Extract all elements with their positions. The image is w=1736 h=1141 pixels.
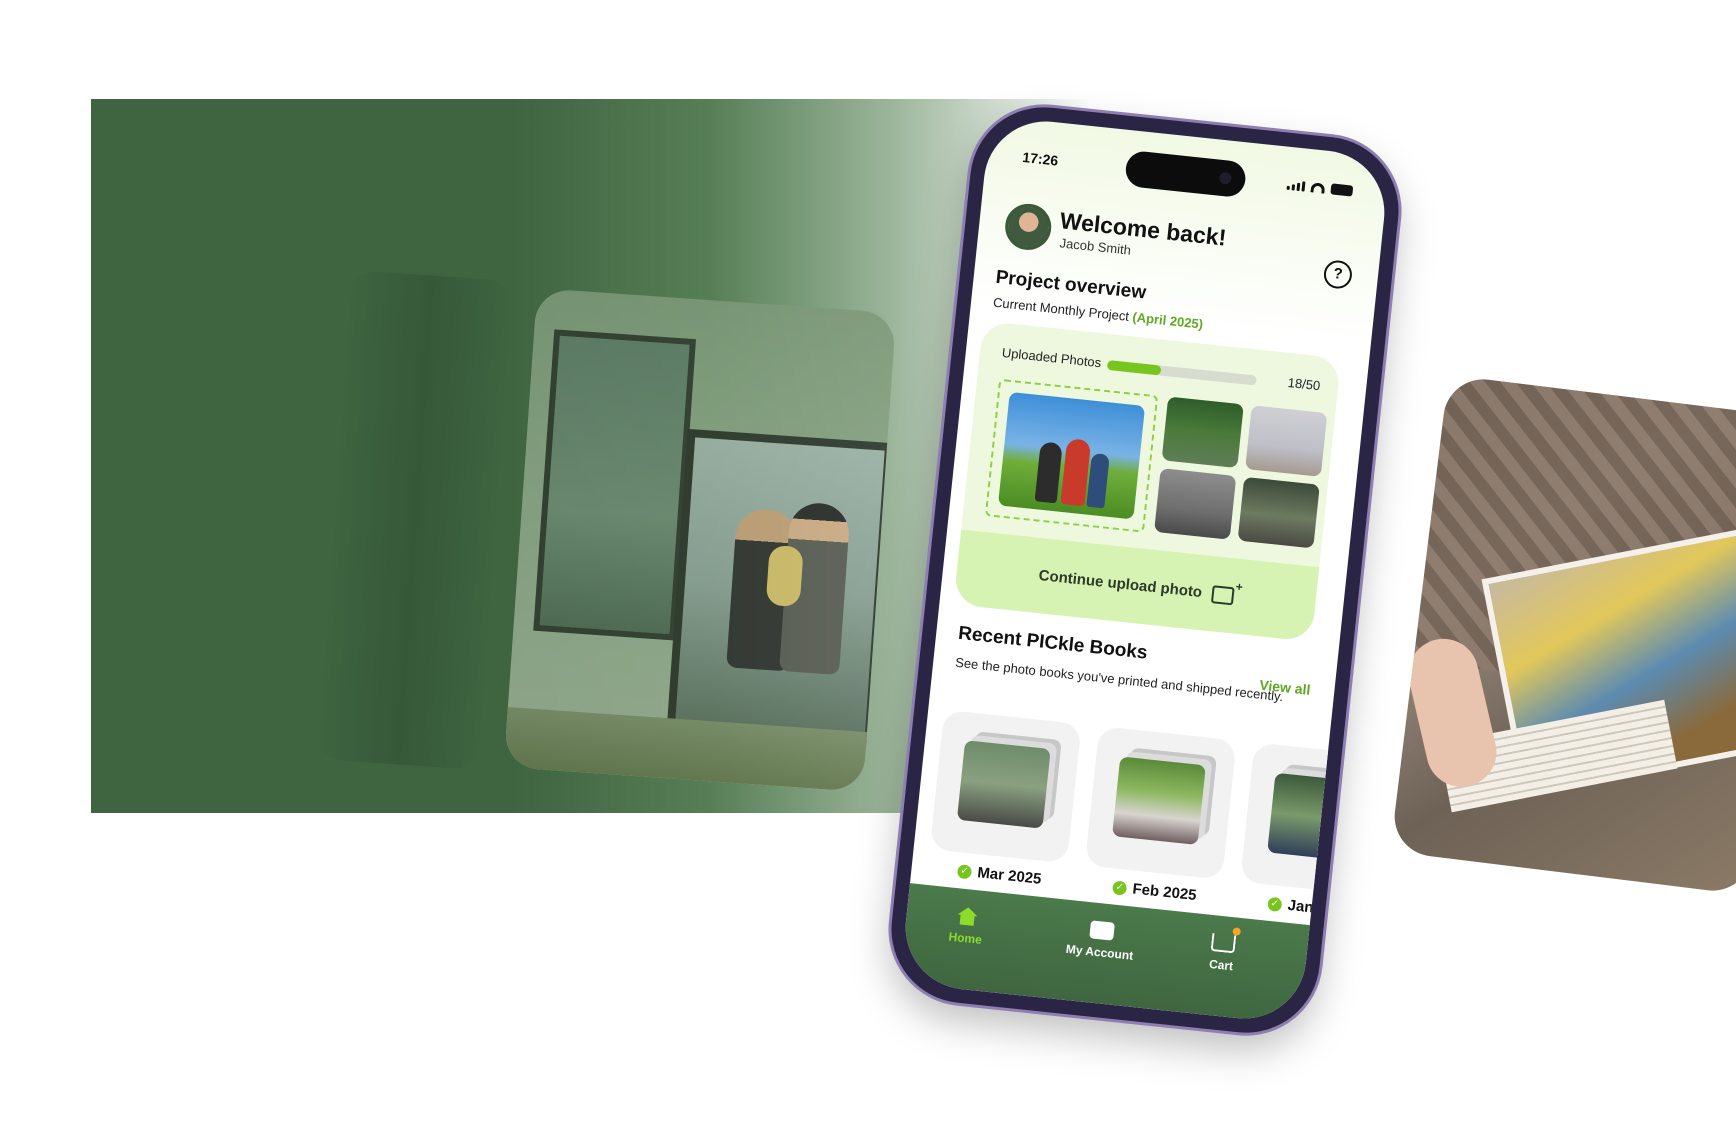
book-card[interactable] xyxy=(1084,726,1237,880)
avatar[interactable] xyxy=(1002,201,1054,253)
book-cover xyxy=(1112,756,1206,845)
status-time: 17:26 xyxy=(1021,148,1059,169)
book-cover xyxy=(1267,772,1362,862)
photo-thumbnail[interactable] xyxy=(1154,468,1237,540)
printed-photos-image xyxy=(1390,374,1736,896)
help-icon[interactable]: ? xyxy=(1322,259,1354,290)
wallet-icon xyxy=(1088,920,1115,941)
upload-progress-bar xyxy=(1106,359,1257,386)
book-date-label: Feb 2025 xyxy=(1131,880,1198,905)
photo-thumbnail[interactable] xyxy=(1245,405,1328,477)
recent-books-subtitle: See the photo books you've printed and s… xyxy=(954,654,1284,705)
tab-home-label: Home xyxy=(947,929,983,947)
tab-home[interactable]: Home xyxy=(948,906,985,947)
project-card: Uploaded Photos 18/50 Continue upload ph… xyxy=(953,320,1342,642)
book-date: ✓ Feb 2025 xyxy=(1111,878,1198,905)
tab-my-account[interactable]: My Account xyxy=(1065,918,1136,963)
wifi-icon xyxy=(1310,181,1326,194)
uploaded-count: 18/50 xyxy=(1287,374,1321,394)
signal-icon xyxy=(1286,179,1306,192)
book-card[interactable] xyxy=(1239,742,1391,897)
book-date: ✓ Mar 2025 xyxy=(956,862,1043,888)
photo-figure xyxy=(1086,452,1110,509)
wall-frame xyxy=(533,329,696,641)
continue-upload-label: Continue upload photo xyxy=(1037,566,1203,602)
photo-figure xyxy=(765,544,804,608)
phone-mockup: 17:26 Welcome back! Jacob Smith ? Projec… xyxy=(884,99,1406,1041)
uploaded-photos-label: Uploaded Photos xyxy=(1001,344,1102,371)
photo-thumbnail[interactable] xyxy=(1237,476,1320,549)
tab-my-account-label: My Account xyxy=(1065,941,1134,963)
family-frame-photo xyxy=(503,288,897,792)
cart-icon xyxy=(1210,933,1237,954)
book-card[interactable] xyxy=(929,709,1082,864)
project-period: (April 2025) xyxy=(1131,309,1204,332)
book-date-label: Mar 2025 xyxy=(976,864,1043,888)
check-icon: ✓ xyxy=(956,863,973,879)
status-icons xyxy=(1286,179,1354,197)
dynamic-island xyxy=(1124,149,1248,199)
home-icon xyxy=(957,906,979,926)
photo-thumbnail[interactable] xyxy=(1161,396,1244,469)
image-add-icon xyxy=(1211,584,1235,605)
upload-progress-fill xyxy=(1106,359,1162,376)
check-icon: ✓ xyxy=(1267,896,1283,912)
tab-cart[interactable]: Cart xyxy=(1208,933,1237,974)
continue-upload-button[interactable]: Continue upload photo xyxy=(953,529,1320,642)
featured-photo-frame[interactable] xyxy=(984,378,1159,533)
battery-icon xyxy=(1330,183,1354,197)
decorative-shade xyxy=(313,269,517,771)
check-icon: ✓ xyxy=(1111,879,1128,896)
book-date: ✓ Jan xyxy=(1267,895,1315,917)
featured-photo[interactable] xyxy=(997,391,1146,520)
photo-figures xyxy=(1034,431,1112,509)
book-cover xyxy=(956,740,1051,829)
tab-cart-label: Cart xyxy=(1208,956,1234,974)
photo-figure xyxy=(1034,441,1063,504)
book-date-label: Jan xyxy=(1286,896,1315,917)
